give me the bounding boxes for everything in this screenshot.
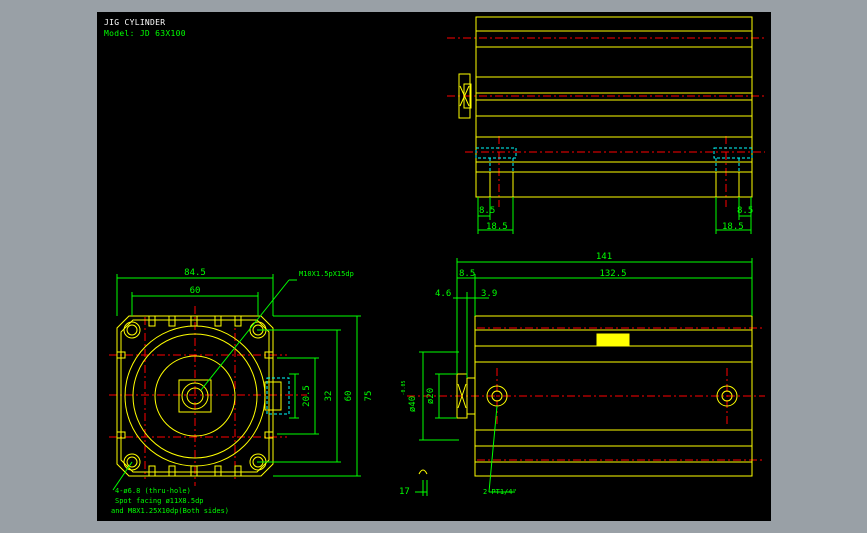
dim-top-right-8-5: 8.5 — [737, 206, 753, 216]
dim-side-phi40: ø40 — [408, 396, 418, 412]
dim-top-left-8-5: 8.5 — [479, 206, 495, 216]
dim-side-3-9: 3.9 — [481, 289, 497, 299]
dim-side-141: 141 — [596, 252, 612, 262]
dim-side-132-5: 132.5 — [599, 269, 626, 279]
dim-front-60: 60 — [190, 286, 201, 296]
cad-drawing: 8.5 18.5 8.5 18.5 84.5 60 M10X1.5pX15dp … — [109, 16, 765, 515]
thread-note: M10X1.5pX15dp — [299, 270, 354, 278]
hole-note-3: and M8X1.25X10dp(Both sides) — [111, 507, 229, 515]
dim-front-84-5: 84.5 — [184, 268, 206, 278]
top-view: 8.5 18.5 8.5 18.5 — [447, 16, 765, 234]
dim-side-phi40-tolerance: -0.05 — [401, 380, 407, 395]
hole-note-2: Spot facing ø11X8.5dp — [115, 497, 204, 505]
dim-side-8-5: 8.5 — [459, 269, 475, 279]
front-view: 84.5 60 M10X1.5pX15dp 20.5 32 60 75 4-ø6… — [109, 268, 374, 515]
dim-side-phi20: ø20 — [426, 388, 436, 404]
dim-top-left-18-5: 18.5 — [486, 222, 508, 232]
dim-side-17: 17 — [399, 487, 410, 497]
dim-front-60-vertical: 60 — [344, 391, 354, 402]
port-note: 2-PT1/4" — [483, 488, 517, 496]
dim-front-20-5: 20.5 — [302, 385, 312, 407]
dim-side-4-6: 4.6 — [435, 289, 451, 299]
dim-top-right-18-5: 18.5 — [722, 222, 744, 232]
hole-note-1: 4-ø6.8 (thru-hole) — [115, 487, 191, 495]
viewer-frame: JIG CYLINDER Model: JD 63X100 8.5 18.5 8… — [0, 0, 867, 533]
dim-front-75: 75 — [364, 391, 374, 402]
side-view: 141 8.5 132.5 4.6 3.9 ø40 -0.05 ø20 17 2… — [399, 252, 765, 497]
dim-front-32: 32 — [324, 391, 334, 402]
drawing-canvas: JIG CYLINDER Model: JD 63X100 8.5 18.5 8… — [97, 12, 771, 521]
